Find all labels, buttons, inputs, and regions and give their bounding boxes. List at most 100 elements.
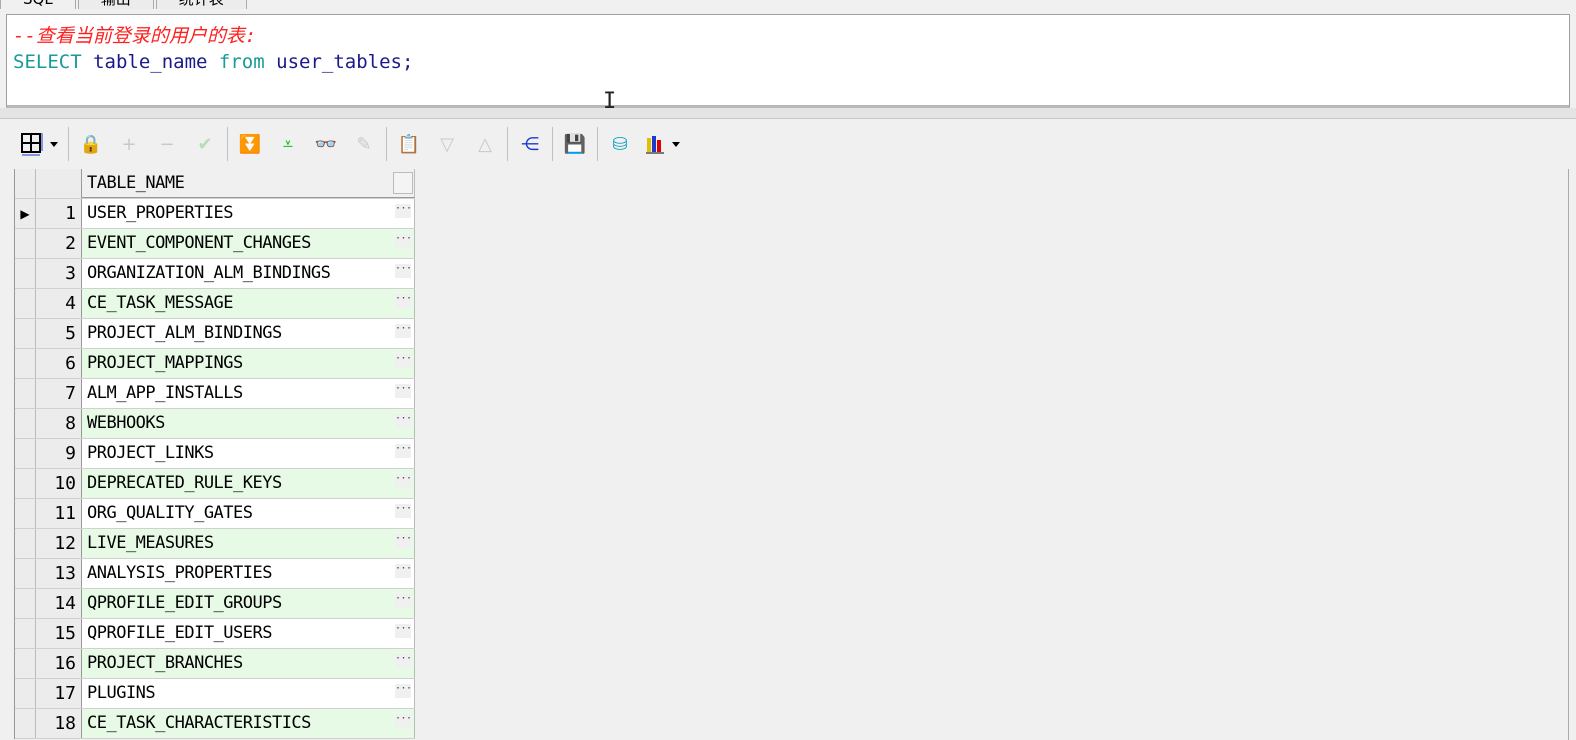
row-number: 10: [36, 469, 82, 498]
ellipsis-button[interactable]: ···: [395, 534, 412, 548]
table-row[interactable]: ▶ 1 USER_PROPERTIES ···: [15, 199, 415, 229]
keyword-from: from: [218, 51, 265, 73]
cell-table-name[interactable]: DEPRECATED_RULE_KEYS ···: [82, 469, 415, 498]
next-record-icon[interactable]: △: [469, 130, 501, 158]
tab-statistics[interactable]: 统计表: [155, 0, 247, 9]
post-changes-icon[interactable]: ✔: [189, 130, 221, 158]
cell-table-name[interactable]: QPROFILE_EDIT_USERS ···: [82, 619, 415, 648]
ellipsis-button[interactable]: ···: [395, 684, 412, 698]
tab-sql[interactable]: SQL: [0, 0, 76, 9]
lock-icon[interactable]: 🔒: [75, 130, 107, 158]
clear-icon[interactable]: ✎: [348, 130, 380, 158]
export-icon[interactable]: ⛁: [604, 130, 636, 158]
ellipsis-button[interactable]: ···: [395, 444, 412, 458]
table-row[interactable]: 2 EVENT_COMPONENT_CHANGES ···: [15, 229, 415, 259]
cell-value: WEBHOOKS: [87, 413, 165, 433]
previous-record-icon[interactable]: ▽: [431, 130, 463, 158]
row-indicator: [15, 229, 36, 258]
cell-table-name[interactable]: ORGANIZATION_ALM_BINDINGS ···: [82, 259, 415, 288]
row-number: 13: [36, 559, 82, 588]
table-row[interactable]: 3 ORGANIZATION_ALM_BINDINGS ···: [15, 259, 415, 289]
row-indicator: [15, 289, 36, 318]
cell-value: ANALYSIS_PROPERTIES: [87, 563, 272, 583]
table-row[interactable]: 11 ORG_QUALITY_GATES ···: [15, 499, 415, 529]
cell-table-name[interactable]: PLUGINS ···: [82, 679, 415, 708]
fetch-next-icon[interactable]: ⏬: [234, 130, 266, 158]
cell-table-name[interactable]: WEBHOOKS ···: [82, 409, 415, 438]
row-indicator: [15, 499, 36, 528]
sql-editor[interactable]: --查看当前登录的用户的表: SELECT table_name from us…: [6, 14, 1570, 113]
cell-table-name[interactable]: CE_TASK_CHARACTERISTICS ···: [82, 709, 415, 738]
cell-value: ALM_APP_INSTALLS: [87, 383, 243, 403]
ellipsis-button[interactable]: ···: [395, 384, 412, 398]
ellipsis-button[interactable]: ···: [395, 714, 412, 728]
current-row-indicator-icon: ▶: [15, 199, 36, 228]
cell-table-name[interactable]: PROJECT_MAPPINGS ···: [82, 349, 415, 378]
cell-table-name[interactable]: PROJECT_ALM_BINDINGS ···: [82, 319, 415, 348]
keyword-select: SELECT: [13, 51, 82, 73]
fetch-last-icon[interactable]: ⩡: [272, 130, 304, 158]
ellipsis-button[interactable]: ···: [395, 654, 412, 668]
ellipsis-button[interactable]: ···: [395, 324, 412, 338]
row-number: 8: [36, 409, 82, 438]
ellipsis-button[interactable]: ···: [395, 234, 412, 248]
column-header-table-name[interactable]: TABLE_NAME: [82, 169, 415, 198]
cell-value: EVENT_COMPONENT_CHANGES: [87, 233, 311, 253]
sql-statement: SELECT table_name from user_tables;: [13, 51, 413, 73]
cell-table-name[interactable]: PROJECT_LINKS ···: [82, 439, 415, 468]
save-icon[interactable]: 💾: [559, 130, 591, 158]
sql-part: table_name: [81, 51, 219, 73]
ellipsis-button[interactable]: ···: [395, 504, 412, 518]
table-row[interactable]: 9 PROJECT_LINKS ···: [15, 439, 415, 469]
cell-value: CE_TASK_CHARACTERISTICS: [87, 713, 311, 733]
ellipsis-button[interactable]: ···: [395, 204, 412, 218]
table-row[interactable]: 6 PROJECT_MAPPINGS ···: [15, 349, 415, 379]
table-row[interactable]: 5 PROJECT_ALM_BINDINGS ···: [15, 319, 415, 349]
query-plan-icon[interactable]: ⋲: [514, 130, 546, 158]
cell-table-name[interactable]: ANALYSIS_PROPERTIES ···: [82, 559, 415, 588]
cell-table-name[interactable]: CE_TASK_MESSAGE ···: [82, 289, 415, 318]
table-row[interactable]: 14 QPROFILE_EDIT_GROUPS ···: [15, 589, 415, 619]
ellipsis-button[interactable]: ···: [395, 564, 412, 578]
single-record-view-icon[interactable]: 📋: [393, 130, 425, 158]
ellipsis-button[interactable]: ···: [395, 294, 412, 308]
grid-toolbar: 🔒 + − ✔ ⏬ ⩡ 👓 ✎ 📋 ▽ △ ⋲ 💾 ⛁: [6, 122, 1568, 166]
divider: [552, 127, 553, 161]
splitter[interactable]: [0, 108, 1576, 119]
ellipsis-button[interactable]: ···: [395, 264, 412, 278]
cell-table-name[interactable]: ORG_QUALITY_GATES ···: [82, 499, 415, 528]
ellipsis-button[interactable]: ···: [395, 354, 412, 368]
find-icon[interactable]: 👓: [310, 130, 342, 158]
tab-output[interactable]: 输出: [77, 0, 154, 9]
row-indicator: [15, 559, 36, 588]
table-row[interactable]: 10 DEPRECATED_RULE_KEYS ···: [15, 469, 415, 499]
ellipsis-button[interactable]: ···: [395, 414, 412, 428]
cell-table-name[interactable]: USER_PROPERTIES ···: [82, 199, 415, 228]
row-indicator: [15, 619, 36, 648]
add-record-icon[interactable]: +: [113, 130, 145, 158]
grid-layout-icon[interactable]: [18, 130, 62, 158]
column-menu-button[interactable]: [393, 172, 413, 194]
table-row[interactable]: 18 CE_TASK_CHARACTERISTICS ···: [15, 709, 415, 739]
table-row[interactable]: 13 ANALYSIS_PROPERTIES ···: [15, 559, 415, 589]
ellipsis-button[interactable]: ···: [395, 624, 412, 638]
ellipsis-button[interactable]: ···: [395, 594, 412, 608]
cell-table-name[interactable]: PROJECT_BRANCHES ···: [82, 649, 415, 678]
table-row[interactable]: 8 WEBHOOKS ···: [15, 409, 415, 439]
chart-icon[interactable]: [642, 130, 686, 158]
cell-table-name[interactable]: ALM_APP_INSTALLS ···: [82, 379, 415, 408]
table-row[interactable]: 4 CE_TASK_MESSAGE ···: [15, 289, 415, 319]
delete-record-icon[interactable]: −: [151, 130, 183, 158]
table-row[interactable]: 16 PROJECT_BRANCHES ···: [15, 649, 415, 679]
table-row[interactable]: 15 QPROFILE_EDIT_USERS ···: [15, 619, 415, 649]
row-number: 14: [36, 589, 82, 618]
table-row[interactable]: 17 PLUGINS ···: [15, 679, 415, 709]
row-number: 7: [36, 379, 82, 408]
ellipsis-button[interactable]: ···: [395, 474, 412, 488]
cell-table-name[interactable]: EVENT_COMPONENT_CHANGES ···: [82, 229, 415, 258]
table-row[interactable]: 7 ALM_APP_INSTALLS ···: [15, 379, 415, 409]
row-number: 12: [36, 529, 82, 558]
cell-table-name[interactable]: LIVE_MEASURES ···: [82, 529, 415, 558]
cell-table-name[interactable]: QPROFILE_EDIT_GROUPS ···: [82, 589, 415, 618]
table-row[interactable]: 12 LIVE_MEASURES ···: [15, 529, 415, 559]
